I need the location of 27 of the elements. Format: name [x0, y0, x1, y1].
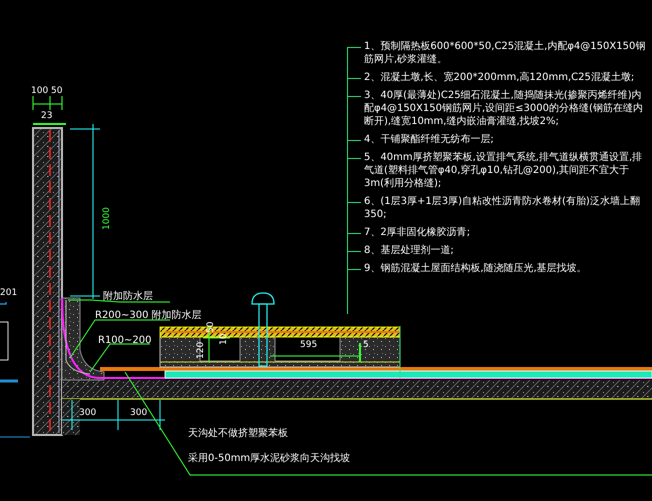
dimension-text: 595: [300, 341, 318, 350]
dimension-text: 300: [79, 409, 96, 418]
callout-label: R200~300 附加防水层: [95, 311, 202, 321]
dimension-text: 300: [130, 409, 148, 418]
note-text: 6、(1层3厚+1层3厚)自粘改性沥青防水卷材(有胎)泛水墙上翻350;: [363, 195, 641, 221]
note-text: 7、2厚非固化橡胶沥青;: [363, 226, 470, 239]
dimension-text: 50: [207, 322, 216, 333]
note-text: 1、预制隔热板600*600*50,C25混凝土,内配φ4@150X150钢筋网片,砂浆灌缝。: [363, 40, 646, 66]
dimension-text: 10: [220, 334, 229, 345]
dimension-text: 50: [51, 87, 62, 96]
dimension-text: 201: [0, 289, 18, 298]
callout-label: R100~200: [98, 336, 152, 346]
dimension-text: 1000: [103, 207, 112, 230]
note-text: 2、混凝土墩,长、宽200*200mm,高120mm,C25混凝土墩;: [363, 71, 634, 84]
note-text: 8、基层处理剂一道;: [363, 244, 454, 257]
callout-label: 采用0-50mm厚水泥砂浆向天沟找坡: [188, 454, 350, 464]
dimension-text: 5: [363, 341, 369, 350]
callout-label: 附加防水层: [103, 292, 153, 302]
dimension-text: 100: [31, 87, 48, 96]
dimension-line: [32, 96, 66, 125]
note-text: 3、40厚(最薄处)C25细石混凝土,随捣随抹光(掺聚丙烯纤维)内配φ4@150X150钢筋网片,设间距≤3000的分格缝(钢筋在缝内断开),缝宽10mm,缝内嵌油膏灌缝,找坡2%;: [363, 89, 644, 128]
callout-label: 天沟处不做挤塑聚苯板: [188, 429, 288, 439]
note-text: 5、40mm厚挤塑聚苯板,设置排气系统,排气道纵横贯通设置,排气道(塑料排气管φ40,穿孔φ10,钻孔@200),其间距不宜大于3m(利用分格缝);: [363, 151, 644, 190]
dimension-text: 23: [41, 112, 52, 121]
note-text: 4、干铺聚酯纤维无纺布一层;: [363, 133, 494, 146]
dimension-text: 120: [197, 342, 206, 359]
note-text: 9、钢筋混凝土屋面结构板,随浇随压光,基层找坡。: [363, 262, 587, 275]
